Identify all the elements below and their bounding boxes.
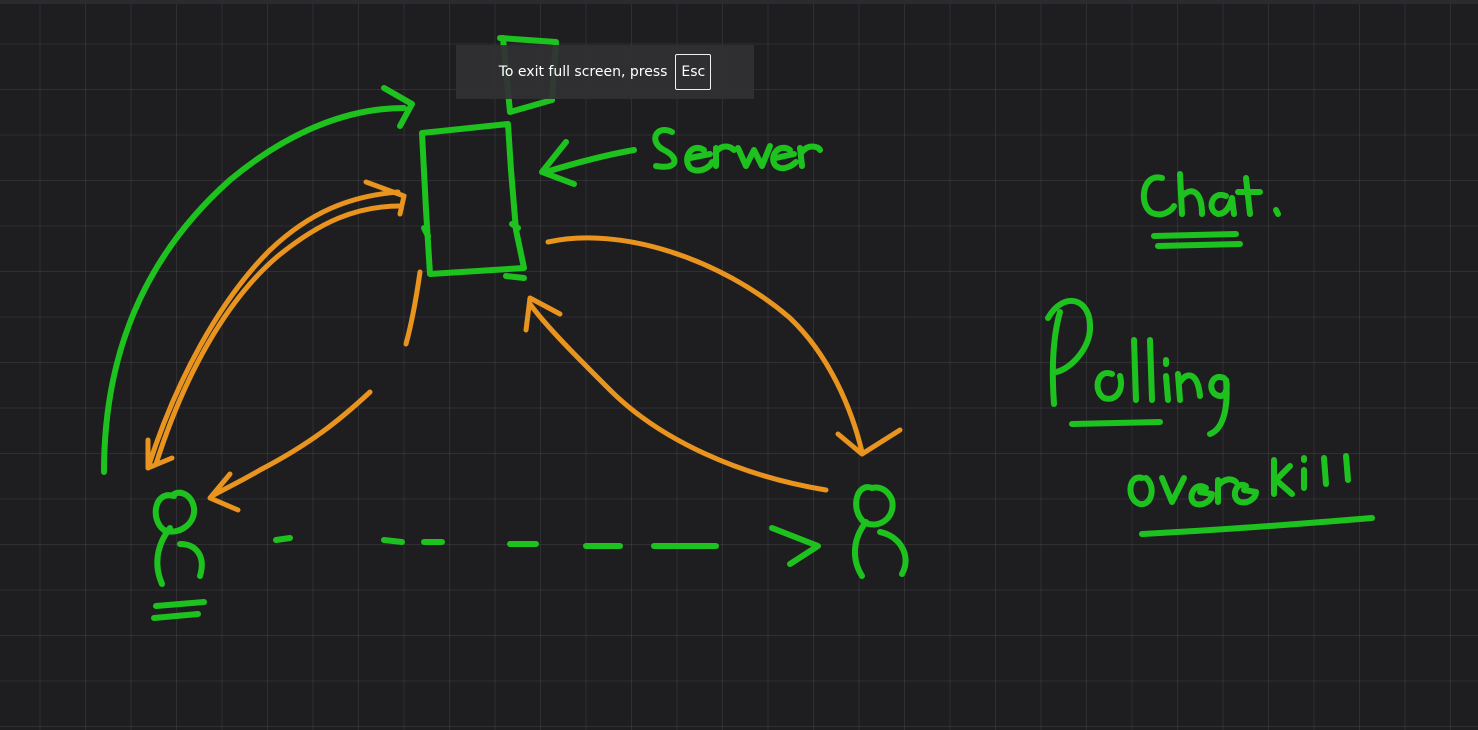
- orange-server-to-right-curve: [545, 235, 865, 455]
- orange-curve-outer: [145, 189, 401, 471]
- dashed-connection-arrowhead: [769, 525, 821, 567]
- orange-server-to-right-arrowhead: [835, 427, 903, 457]
- polling-heading-handwriting: [1045, 297, 1230, 437]
- right-client-person-icon: [852, 484, 909, 579]
- server-mark-right: [509, 221, 521, 231]
- left-client-person-icon: [151, 489, 207, 621]
- orange-right-to-server-curve: [527, 301, 829, 493]
- whiteboard-canvas[interactable]: To exit full screen, press Esc: [0, 0, 1478, 730]
- server-mark-left: [421, 225, 431, 239]
- fullscreen-exit-toast: To exit full screen, press Esc: [456, 45, 754, 99]
- overkill-heading-handwriting: [1127, 453, 1375, 537]
- dashed-connection: [273, 535, 719, 549]
- green-request-curve: [101, 105, 407, 475]
- orange-right-to-server-arrowhead: [523, 295, 563, 333]
- orange-response-arrow: [209, 389, 373, 499]
- server-label-handwriting: [652, 127, 823, 174]
- chat-heading-handwriting: [1140, 171, 1281, 249]
- toast-message: To exit full screen, press: [498, 64, 668, 80]
- server-icon: [419, 121, 527, 277]
- orange-dash: [403, 269, 423, 347]
- freehand-drawing: [101, 35, 1375, 621]
- esc-key-badge: Esc: [675, 54, 712, 90]
- server-mark-bottom: [503, 273, 527, 281]
